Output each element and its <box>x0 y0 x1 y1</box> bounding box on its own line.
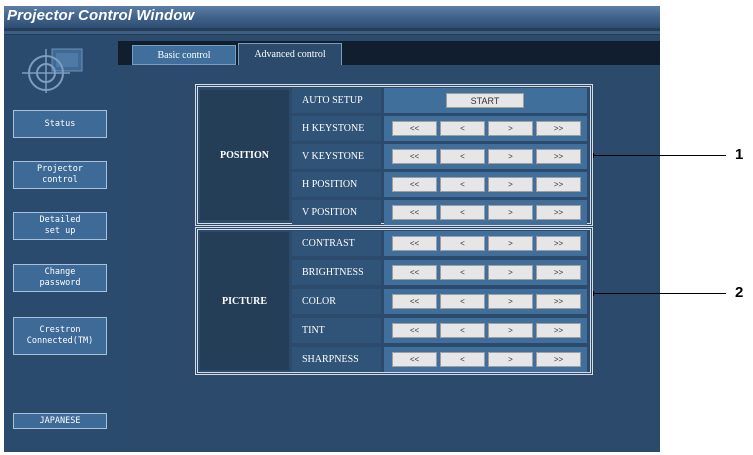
contrast-controls: << < > >> <box>384 231 587 256</box>
h-keystone-fast-increase-button[interactable]: >> <box>536 121 581 136</box>
sidebar-item-projector-control[interactable]: Projector control <box>13 161 107 189</box>
color-fast-increase-button[interactable]: >> <box>536 294 581 309</box>
sidebar-item-change-password[interactable]: Change password <box>13 264 107 292</box>
h-keystone-increase-button[interactable]: > <box>488 121 533 136</box>
brightness-decrease-button[interactable]: < <box>440 265 485 280</box>
v-keystone-controls: << < > >> <box>384 144 587 169</box>
contrast-fast-decrease-button[interactable]: << <box>392 236 437 251</box>
v-position-fast-increase-button[interactable]: >> <box>536 205 581 220</box>
picture-panel: PICTURE CONTRAST << < > >> BRIGHTNESS <<… <box>195 227 593 375</box>
brightness-increase-button[interactable]: > <box>488 265 533 280</box>
v-position-increase-button[interactable]: > <box>488 205 533 220</box>
h-position-increase-button[interactable]: > <box>488 177 533 192</box>
v-keystone-fast-increase-button[interactable]: >> <box>536 149 581 164</box>
tab-basic-control[interactable]: Basic control <box>132 45 236 65</box>
h-keystone-fast-decrease-button[interactable]: << <box>392 121 437 136</box>
tint-fast-increase-button[interactable]: >> <box>536 323 581 338</box>
h-position-controls: << < > >> <box>384 172 587 197</box>
auto-setup-controls: START <box>384 88 587 113</box>
h-position-decrease-button[interactable]: < <box>440 177 485 192</box>
tab-advanced-control[interactable]: Advanced control <box>238 43 342 65</box>
color-decrease-button[interactable]: < <box>440 294 485 309</box>
sharpness-label: SHARPNESS <box>292 347 381 372</box>
color-controls: << < > >> <box>384 289 587 314</box>
sharpness-fast-decrease-button[interactable]: << <box>392 352 437 367</box>
callout-1-number: 1 <box>735 146 744 163</box>
h-position-label: H POSITION <box>292 172 381 197</box>
auto-setup-label: AUTO SETUP <box>292 88 381 113</box>
projector-logo-icon <box>22 48 83 93</box>
color-fast-decrease-button[interactable]: << <box>392 294 437 309</box>
sharpness-increase-button[interactable]: > <box>488 352 533 367</box>
tint-increase-button[interactable]: > <box>488 323 533 338</box>
v-position-controls: << < > >> <box>384 200 587 225</box>
v-position-label: V POSITION <box>292 200 381 225</box>
tint-controls: << < > >> <box>384 318 587 343</box>
sharpness-decrease-button[interactable]: < <box>440 352 485 367</box>
color-label: COLOR <box>292 289 381 314</box>
japanese-language-button[interactable]: JAPANESE <box>13 413 107 429</box>
sharpness-controls: << < > >> <box>384 347 587 372</box>
window-title: Projector Control Window <box>7 7 195 24</box>
h-keystone-controls: << < > >> <box>384 116 587 141</box>
v-keystone-label: V KEYSTONE <box>292 144 381 169</box>
contrast-decrease-button[interactable]: < <box>440 236 485 251</box>
brightness-label: BRIGHTNESS <box>292 260 381 285</box>
callout-2-number: 2 <box>735 284 744 301</box>
brightness-fast-decrease-button[interactable]: << <box>392 265 437 280</box>
sidebar-item-status[interactable]: Status <box>13 110 107 138</box>
picture-group-label: PICTURE <box>200 232 289 370</box>
position-panel: POSITION AUTO SETUP START H KEYSTONE << … <box>195 84 593 226</box>
contrast-label: CONTRAST <box>292 231 381 256</box>
h-keystone-decrease-button[interactable]: < <box>440 121 485 136</box>
header-stripe <box>4 31 660 34</box>
sidebar <box>4 35 118 452</box>
auto-setup-start-button[interactable]: START <box>446 93 524 108</box>
v-position-decrease-button[interactable]: < <box>440 205 485 220</box>
position-group-label: POSITION <box>200 90 289 220</box>
tint-fast-decrease-button[interactable]: << <box>392 323 437 338</box>
v-keystone-fast-decrease-button[interactable]: << <box>392 149 437 164</box>
tint-decrease-button[interactable]: < <box>440 323 485 338</box>
callout-2-line <box>593 293 726 294</box>
tint-label: TINT <box>292 318 381 343</box>
h-position-fast-decrease-button[interactable]: << <box>392 177 437 192</box>
v-position-fast-decrease-button[interactable]: << <box>392 205 437 220</box>
color-increase-button[interactable]: > <box>488 294 533 309</box>
contrast-fast-increase-button[interactable]: >> <box>536 236 581 251</box>
sidebar-item-detailed-set-up[interactable]: Detailed set up <box>13 212 107 240</box>
title-bar: Projector Control Window <box>4 6 660 28</box>
v-keystone-decrease-button[interactable]: < <box>440 149 485 164</box>
contrast-increase-button[interactable]: > <box>488 236 533 251</box>
h-position-fast-increase-button[interactable]: >> <box>536 177 581 192</box>
v-keystone-increase-button[interactable]: > <box>488 149 533 164</box>
callout-1-line <box>593 155 726 156</box>
h-keystone-label: H KEYSTONE <box>292 116 381 141</box>
sharpness-fast-increase-button[interactable]: >> <box>536 352 581 367</box>
brightness-fast-increase-button[interactable]: >> <box>536 265 581 280</box>
brightness-controls: << < > >> <box>384 260 587 285</box>
sidebar-item-crestron-connected[interactable]: Crestron Connected(TM) <box>13 317 107 355</box>
